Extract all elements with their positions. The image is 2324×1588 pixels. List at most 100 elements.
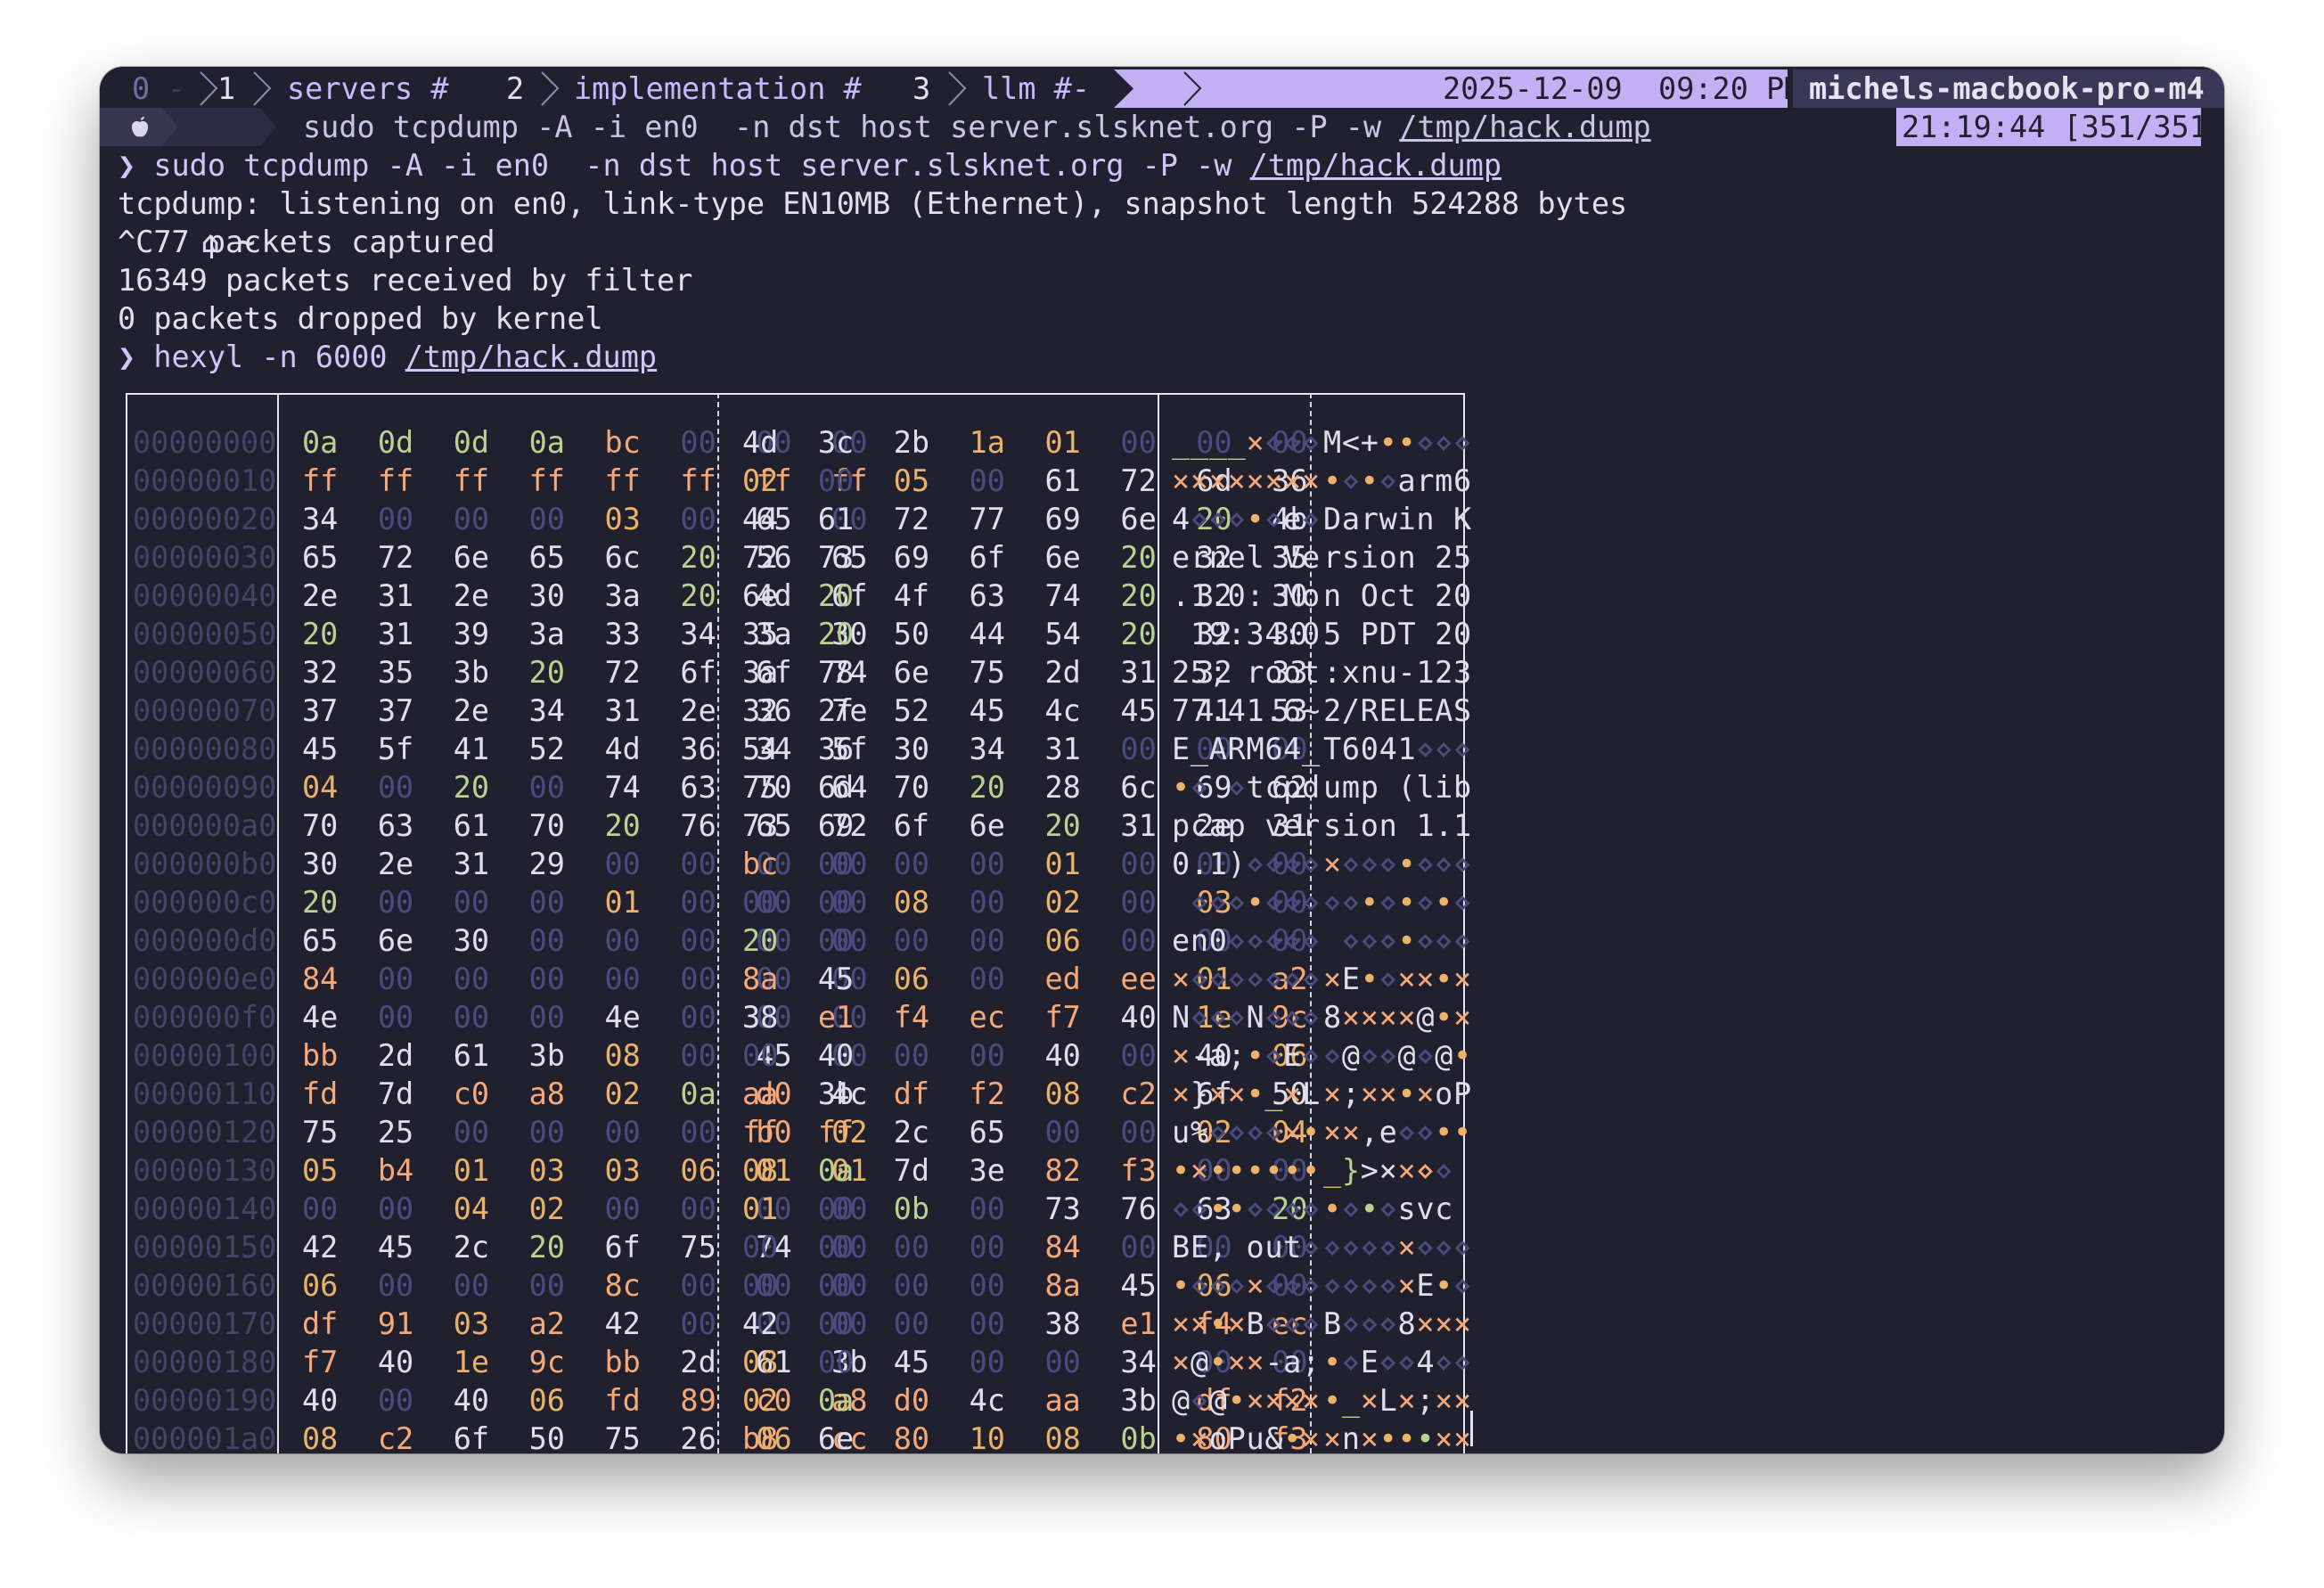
hexdump-char: ⋄ xyxy=(1341,923,1361,958)
command-path-link[interactable]: /tmp/hack.dump xyxy=(1250,148,1502,183)
hexdump-char: _ xyxy=(1227,425,1246,460)
hexdump-char: n xyxy=(1397,540,1416,575)
hexdump-byte: 61 xyxy=(453,808,490,843)
hexdump-char: ⋄ xyxy=(1416,425,1435,460)
hexdump-char: B xyxy=(1323,1306,1342,1341)
hexdump-byte: 30 xyxy=(528,578,565,613)
hexdump-char: 2 xyxy=(1323,693,1342,728)
hexdump-byte: 6c xyxy=(604,540,641,575)
hexdump-char xyxy=(1228,653,1246,692)
hexdump-byte: a2 xyxy=(528,1306,565,1341)
tmux-window-1-index[interactable]: 1 xyxy=(217,70,235,108)
hexdump-char: ⋄ xyxy=(1208,1115,1227,1150)
hexdump-byte: 29 xyxy=(528,847,565,881)
hexdump-byte: 6e xyxy=(893,655,930,690)
hexdump-char: • xyxy=(1360,463,1379,498)
hexdump-byte: 06 xyxy=(528,1383,565,1418)
hexdump-char: • xyxy=(1323,1383,1342,1418)
hexdump-byte: ff xyxy=(680,463,716,498)
hexdump-byte: 72 xyxy=(377,540,414,575)
tmux-session-index[interactable]: 0 xyxy=(132,70,150,108)
hexdump-char: ⋄ xyxy=(1379,1038,1397,1073)
hexdump-char: ⋄ xyxy=(1264,1268,1283,1303)
hexdump-char: ⋄ xyxy=(1227,1115,1246,1150)
hexdump-char: × xyxy=(1227,1076,1246,1111)
hexdump-char: i xyxy=(1397,502,1416,536)
hexdump-row: 00000010 ff ff ff ff ff ff ff ff 02 00 05 00 61 72 6d 36… xyxy=(126,462,1471,500)
hexdump-char: m xyxy=(1341,770,1361,805)
hexdump-byte: 84 xyxy=(302,962,339,996)
hexdump-char: R xyxy=(1360,693,1379,728)
hexdump-byte: bb xyxy=(302,1038,339,1073)
hexdump-byte: 00 xyxy=(969,1306,1005,1341)
hexdump-offset: 000000a0 xyxy=(133,808,277,843)
hexdump-byte: 40 xyxy=(1044,1038,1081,1073)
hexdump-byte: 02 xyxy=(742,463,779,498)
hexdump-byte: 38 xyxy=(1044,1306,1081,1341)
hexdump-char: : xyxy=(1246,578,1264,613)
hexdump-byte: 34 xyxy=(969,732,1005,766)
hexdump-row: 00000030 65 72 6e 65 6c 20 56 65 72 73 69 6f 6e 20 32 35… xyxy=(126,538,1471,577)
hexdump-byte: 45 xyxy=(1120,1268,1157,1303)
hexdump-char: M xyxy=(1246,732,1264,766)
hexdump-char: • xyxy=(1283,1153,1302,1188)
hexdump-char: ⋄ xyxy=(1435,1153,1453,1188)
hexdump-byte: 00 xyxy=(377,1191,414,1226)
tmux-window-3-name[interactable]: llm #- xyxy=(982,70,1090,108)
hexdump-byte: 2e xyxy=(680,693,716,728)
hexdump-row: 00000060 32 35 3b 20 72 6f 6f 74 3a 78 6e 75 2d 31 32 33… xyxy=(126,653,1471,692)
hexdump-char: • xyxy=(1435,1000,1453,1035)
tmux-session-dash: - xyxy=(168,71,186,106)
hexdump-byte: 2f xyxy=(817,693,855,728)
hexdump-char: ⋄ xyxy=(1379,885,1397,920)
terminal-cursor xyxy=(1470,1411,1473,1446)
hexdump-char: r xyxy=(1190,540,1209,575)
hexdump-offset: 00000120 xyxy=(133,1115,277,1150)
hexdump-char: E xyxy=(1341,962,1361,996)
hexdump-char: ; xyxy=(1341,1076,1361,1111)
hexdump-char: • xyxy=(1172,1421,1191,1453)
hexdump-char: • xyxy=(1227,1153,1246,1188)
tmux-window-3-index[interactable]: 3 xyxy=(912,70,930,108)
hexdump-byte: 2e xyxy=(453,578,490,613)
hexdump-char: • xyxy=(1208,1191,1227,1226)
prompt-icon: ❯ xyxy=(118,340,136,374)
terminal-window[interactable]: 0 - 1 servers # 2 implementation # 3 llm… xyxy=(100,67,2224,1453)
hexdump-byte: 76 xyxy=(1120,1191,1157,1226)
tmux-window-2-index[interactable]: 2 xyxy=(506,70,524,108)
hexdump-char: ⋄ xyxy=(1323,1268,1342,1303)
hexdump-char: × xyxy=(1360,1076,1379,1111)
tmux-window-2-name[interactable]: implementation # xyxy=(574,70,862,108)
command-line-2: ❯ hexyl -n 6000 /tmp/hack.dump xyxy=(118,340,658,374)
hexdump-char: × xyxy=(1323,1421,1342,1453)
hexdump-byte: 30 xyxy=(453,923,490,958)
hexdump-offset: 00000050 xyxy=(133,617,277,651)
command-path-link[interactable]: /tmp/hack.dump xyxy=(405,340,657,374)
hexdump-char: 0 xyxy=(1453,578,1472,613)
tmux-window-1-name[interactable]: servers # xyxy=(287,70,449,108)
hexdump-char: • xyxy=(1435,962,1453,996)
hexdump-byte: c2 xyxy=(1120,1076,1157,1111)
hexdump-byte: 73 xyxy=(742,808,779,843)
hexdump-char: • xyxy=(1323,1191,1342,1226)
prompt-status: 21:19:44 [351/351] xyxy=(1896,108,2224,146)
hexdump-char: ⋄ xyxy=(1190,885,1209,920)
hexdump-char: n xyxy=(1379,808,1397,843)
hexdump-offset: 00000190 xyxy=(133,1383,277,1418)
hexdump-byte: 91 xyxy=(377,1306,414,1341)
hexdump-char: × xyxy=(1283,1076,1302,1111)
hexdump-char: 6 xyxy=(1453,463,1472,498)
hexdump-byte: 75 xyxy=(742,770,779,805)
hexdump-char: u xyxy=(1264,1230,1283,1265)
hexdump-byte: 00 xyxy=(680,1306,716,1341)
hexdump-char: L xyxy=(1379,1383,1397,1418)
hexdump-byte: 00 xyxy=(1120,923,1157,958)
prompt-path-link[interactable]: /tmp/hack.dump xyxy=(1399,110,1650,144)
hexdump-byte: 00 xyxy=(453,1268,490,1303)
hexdump-byte: ff xyxy=(604,463,641,498)
hexdump-byte: 00 xyxy=(604,923,641,958)
hexdump-byte: 0a xyxy=(817,1383,855,1418)
hexdump-char: ⋄ xyxy=(1435,425,1453,460)
hexdump-byte: 20 xyxy=(680,540,716,575)
hexdump-char: • xyxy=(1360,885,1379,920)
